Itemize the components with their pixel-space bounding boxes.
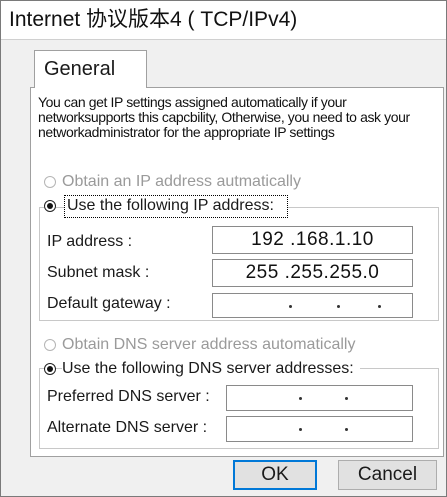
ip-address-label: IP address : [47,233,133,250]
octet-separator [299,428,302,431]
tab-general-label: General [44,58,116,80]
description-text: You can get IP settings assigned automat… [38,94,410,140]
default-gateway-input[interactable] [212,293,413,318]
octet-separator [378,304,381,308]
octet-separator [337,304,340,308]
obtain-ip-auto-label: Obtain an IP address autmatically [62,173,301,190]
alternate-dns-input[interactable] [226,416,413,442]
obtain-dns-auto-radio[interactable] [44,339,56,351]
octet-separator [345,397,348,400]
ok-button[interactable]: OK [233,460,317,490]
alternate-dns-label: Alternate DNS server : [47,419,208,436]
use-following-ip-radio[interactable] [44,200,56,212]
cancel-button[interactable]: Cancel [338,460,437,490]
preferred-dns-label: Preferred DNS server : [47,388,210,405]
tab-general[interactable]: General [34,50,147,88]
octet-separator [299,397,302,400]
window-title: Internet 协议版本4 ( TCP/IPv4) [9,8,298,31]
octet-separator [289,304,292,308]
use-following-ip-label[interactable]: Use the following IP address: [67,196,274,216]
tcpip-properties-dialog: Internet 协议版本4 ( TCP/IPv4) General You c… [0,0,447,497]
use-following-dns-radio[interactable] [44,363,56,375]
subnet-mask-label: Subnet mask : [47,264,150,281]
default-gateway-label: Default gateway : [47,295,171,312]
octet-separator [345,428,348,431]
ip-address-input[interactable]: 192 .168.1.10 [212,226,413,254]
preferred-dns-input[interactable] [226,385,413,411]
title-bar[interactable]: Internet 协议版本4 ( TCP/IPv4) [1,1,446,40]
obtain-dns-auto-label: Obtain DNS server address automatically [62,336,356,353]
subnet-mask-input[interactable]: 255 .255.255.0 [212,259,413,287]
general-panel: You can get IP settings assigned automat… [30,87,444,457]
obtain-ip-auto-radio[interactable] [44,176,56,188]
use-following-dns-label[interactable]: Use the following DNS server addresses: [62,359,360,379]
